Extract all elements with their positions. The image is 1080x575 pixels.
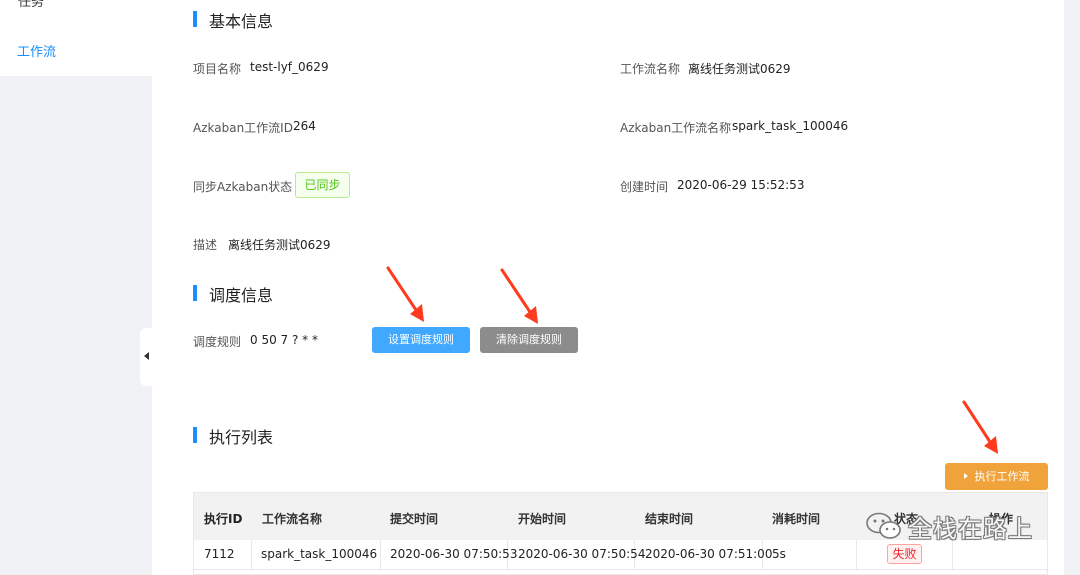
column-header-end-time: 结束时间 [645, 512, 694, 526]
watermark-text: 全栈在路上 [908, 515, 1033, 543]
cell-start-time: 2020-06-30 07:50:54 [518, 547, 646, 561]
cell-duration: 5s [772, 547, 786, 561]
description-label: 描述 [193, 238, 218, 252]
workflow-name-value: 离线任务测试0629 [688, 62, 791, 76]
execution-list-title: 执行列表 [193, 424, 273, 448]
watermark: 全栈在路上 [864, 505, 1064, 545]
column-header-start-time: 开始时间 [518, 512, 567, 526]
column-header-id: 执行ID [204, 512, 243, 526]
created-time-label: 创建时间 [620, 180, 669, 194]
sidebar-collapse-handle[interactable] [140, 328, 152, 386]
schedule-rule-value: 0 50 7 ? * * [250, 333, 318, 347]
run-workflow-button[interactable]: 执行工作流 [945, 463, 1048, 490]
schedule-info-title: 调度信息 [193, 282, 273, 306]
sidebar-item-workflow[interactable]: 工作流 [17, 41, 56, 60]
clear-schedule-rule-button[interactable]: 清除调度规则 [480, 327, 578, 353]
cell-workflow-name: spark_task_100046 [261, 547, 378, 561]
play-icon [963, 473, 968, 479]
project-name-value: test-lyf_0629 [250, 60, 329, 74]
sidebar-menu: 任务 工作流 [0, 0, 152, 76]
set-schedule-rule-button[interactable]: 设置调度规则 [372, 327, 470, 353]
run-workflow-label: 执行工作流 [974, 470, 1030, 483]
annotation-arrow-icon [962, 400, 998, 454]
azkaban-id-label: Azkaban工作流ID [193, 121, 293, 135]
sync-status-label: 同步Azkaban状态 [193, 180, 293, 194]
sidebar-item-task[interactable]: 任务 [18, 0, 44, 10]
azkaban-id-value: 264 [293, 119, 316, 133]
right-gutter [1064, 0, 1080, 575]
cell-id: 7112 [204, 547, 235, 561]
description-value: 离线任务测试0629 [228, 238, 331, 252]
column-header-submit-time: 提交时间 [390, 512, 439, 526]
column-header-workflow-name: 工作流名称 [262, 512, 323, 526]
azkaban-name-label: Azkaban工作流名称 [620, 121, 732, 135]
main-content: 基本信息 项目名称 test-lyf_0629 工作流名称 离线任务测试0629… [152, 0, 1064, 575]
wechat-icon [866, 512, 901, 539]
sync-status-badge: 已同步 [295, 172, 350, 198]
cell-end-time: 2020-06-30 07:51:00 [645, 547, 773, 561]
status-badge: 失败 [887, 544, 922, 564]
annotation-arrow-icon [500, 268, 538, 324]
column-header-duration: 消耗时间 [772, 512, 821, 526]
basic-info-title: 基本信息 [193, 8, 273, 32]
collapse-left-icon [144, 352, 149, 360]
workflow-name-label: 工作流名称 [620, 62, 681, 76]
project-name-label: 项目名称 [193, 62, 242, 76]
azkaban-name-value: spark_task_100046 [732, 119, 849, 133]
schedule-rule-label: 调度规则 [193, 335, 242, 349]
cell-submit-time: 2020-06-30 07:50:53 [390, 547, 518, 561]
created-time-value: 2020-06-29 15:52:53 [677, 178, 805, 192]
annotation-arrow-icon [386, 266, 424, 322]
sidebar: 任务 工作流 [0, 0, 152, 575]
